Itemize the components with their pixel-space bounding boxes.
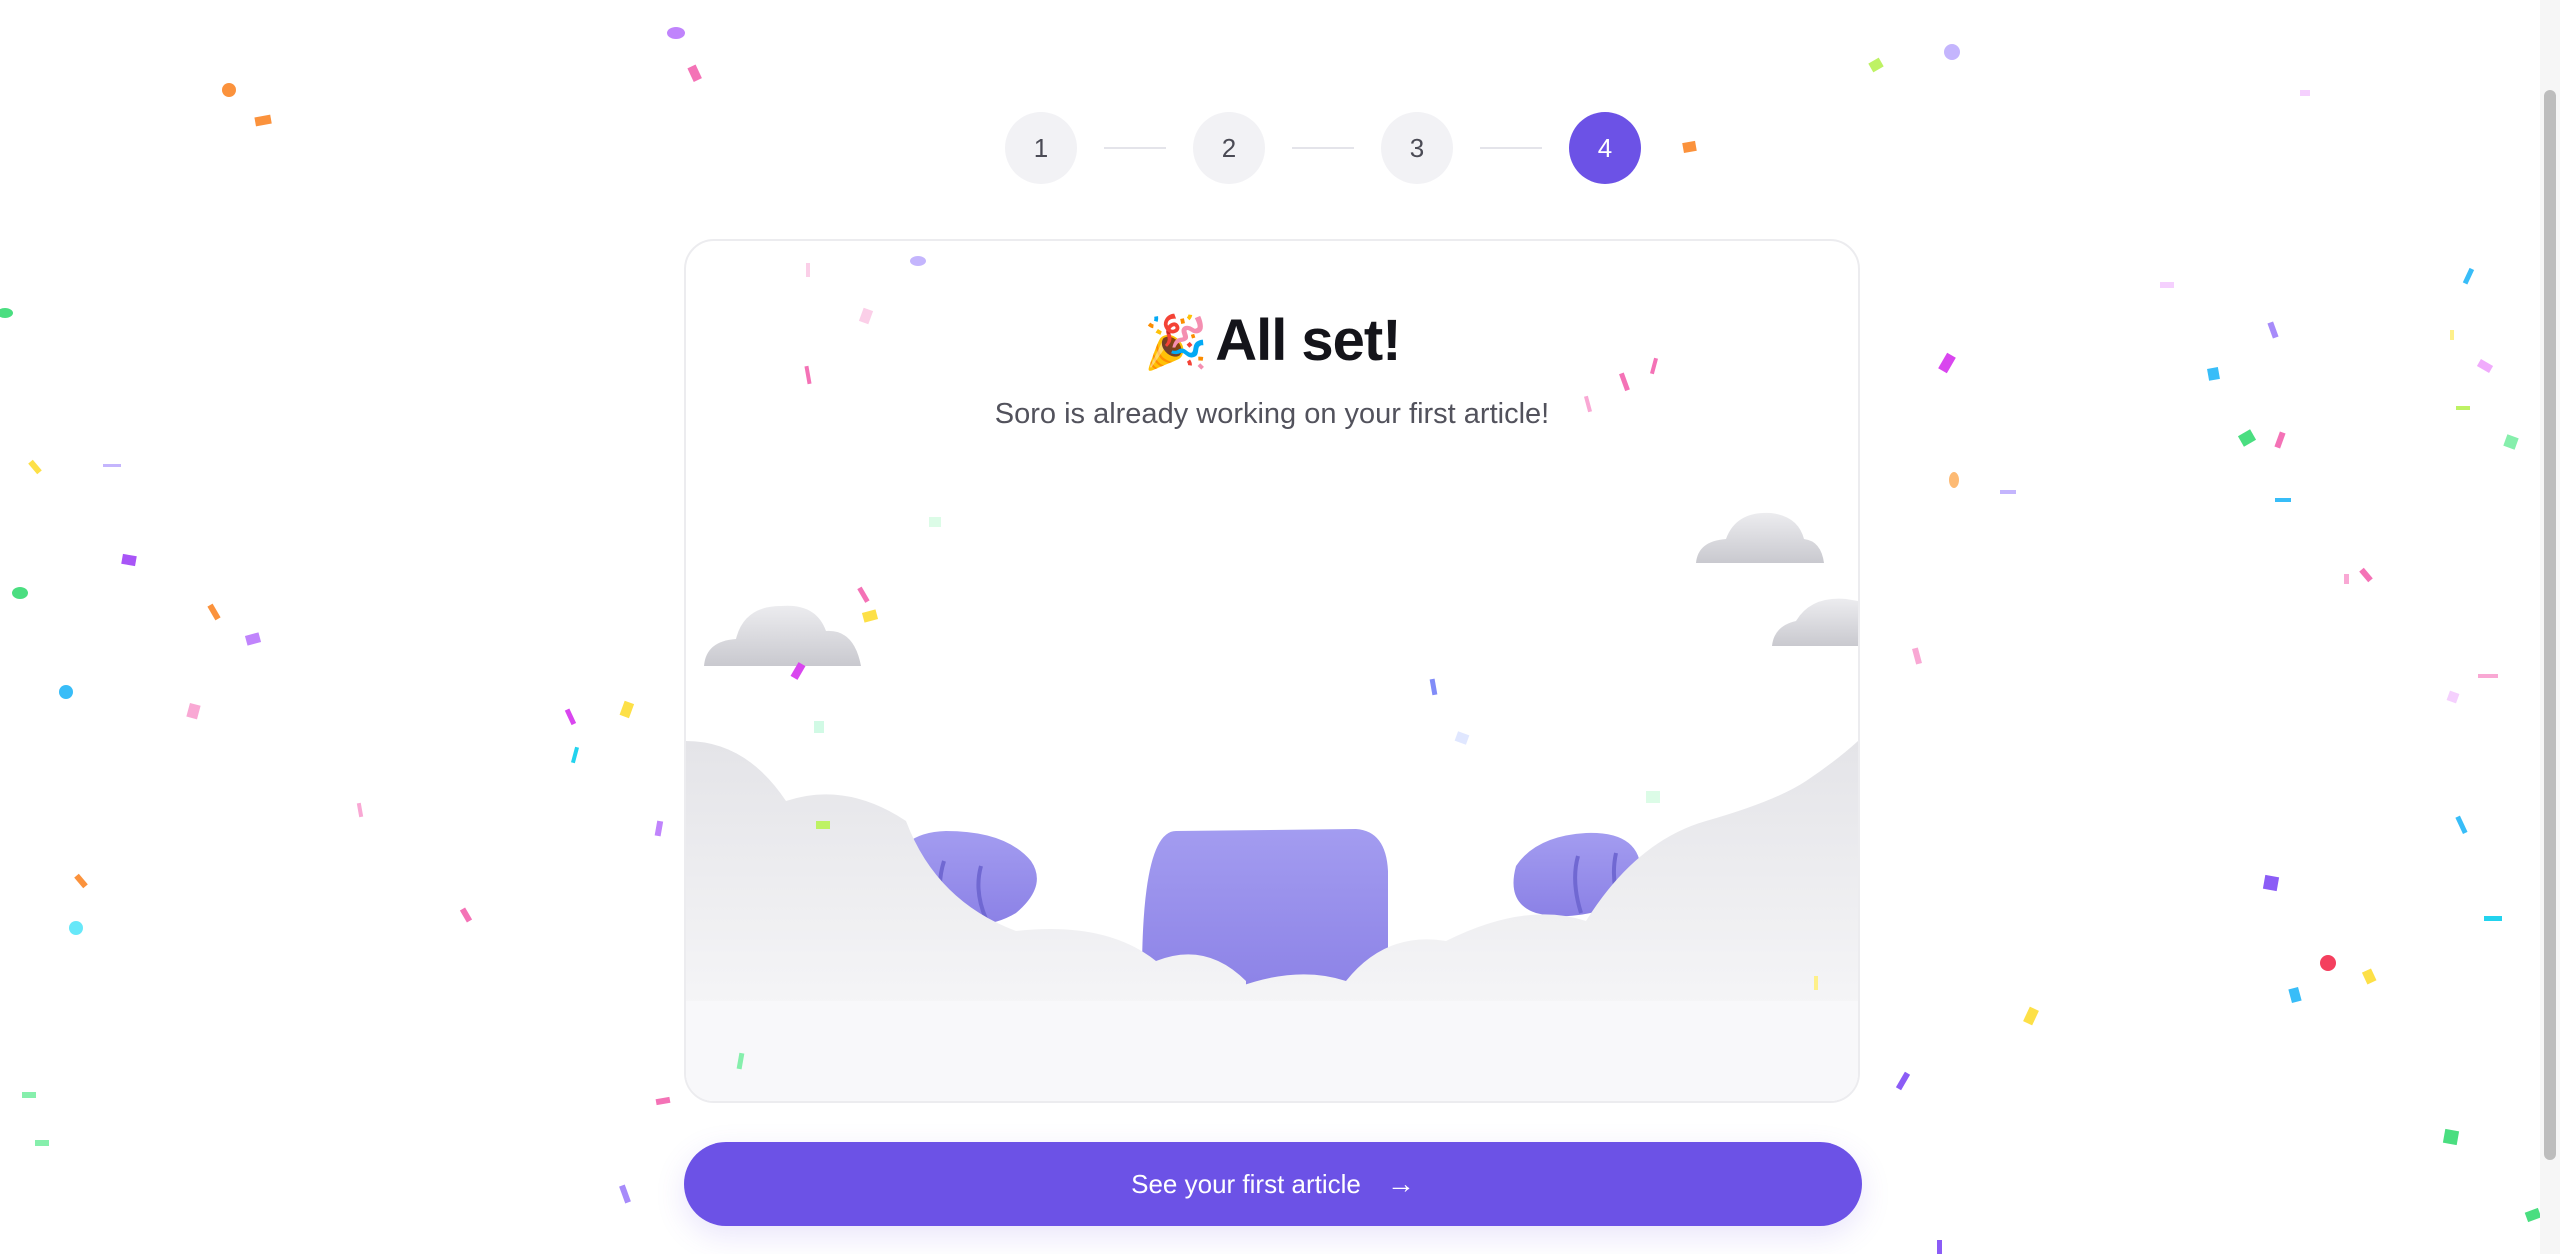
completion-card: 🎉 All set! Soro is already working on you… [684,239,1860,1103]
arrow-right-icon: → [1386,1168,1415,1199]
title-text: All set! [1215,308,1401,373]
step-2: 2 [1193,112,1265,184]
step-connector [1104,147,1166,149]
button-label: See your first article [1131,1168,1361,1199]
scrollbar[interactable] [2540,0,2560,1254]
step-connector [1480,147,1542,149]
page-subtitle: Soro is already working on your first ar… [994,398,1550,430]
step-1: 1 [1005,112,1077,184]
step-connector [1292,147,1354,149]
cloud-right-top [1696,512,1824,563]
party-popper-icon: 🎉 [1143,313,1208,373]
progress-stepper: 1 2 3 4 [1005,112,1641,184]
scrollbar-thumb[interactable] [2544,90,2556,1160]
see-first-article-button[interactable]: See your first article → [684,1142,1862,1226]
step-3: 3 [1381,112,1453,184]
cloud-right-edge [1772,598,1858,646]
cloud-left [704,605,861,666]
step-4-active: 4 [1569,112,1641,184]
page-title: 🎉 All set! [686,307,1858,374]
